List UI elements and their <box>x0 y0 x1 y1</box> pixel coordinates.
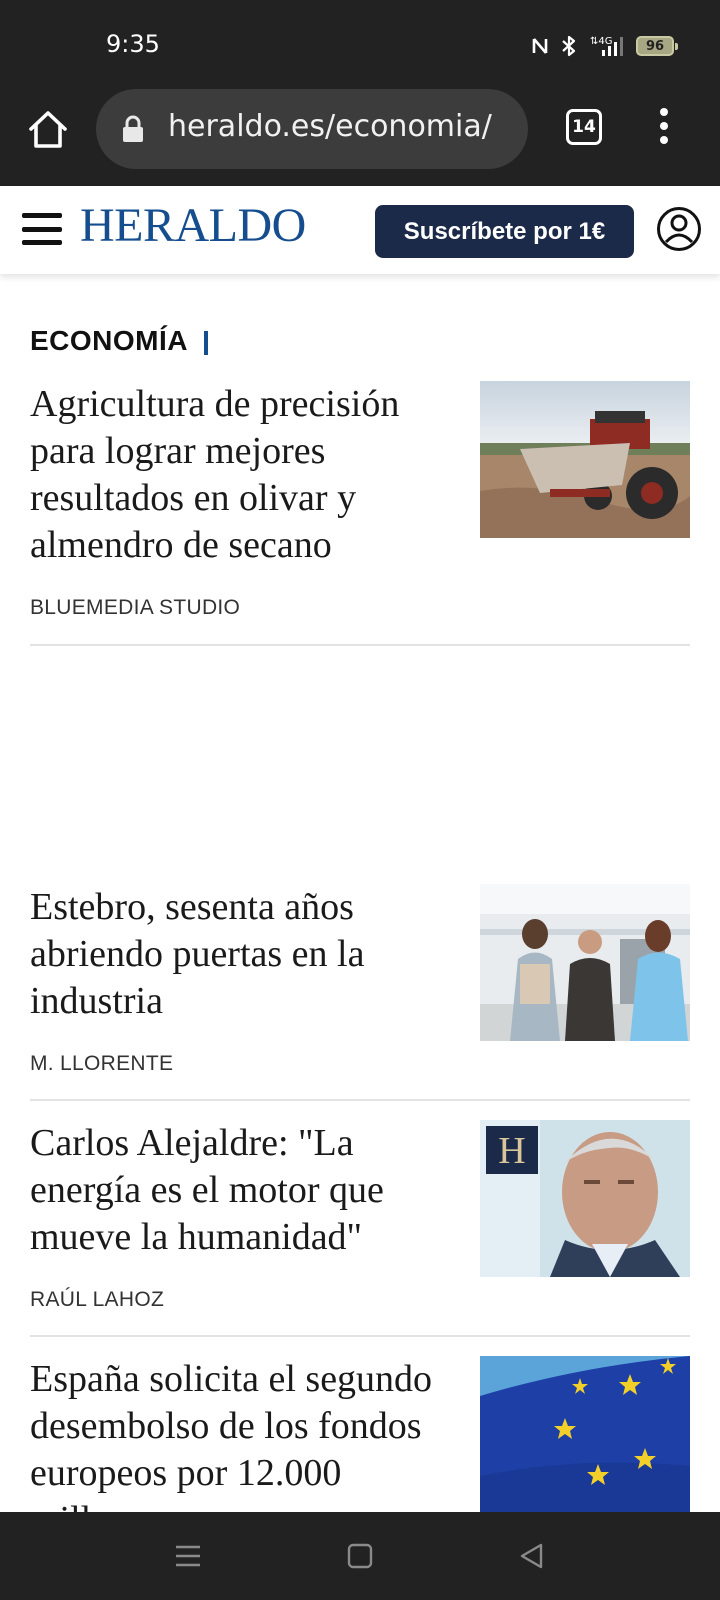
article-thumbnail[interactable] <box>480 884 690 1041</box>
user-account-icon[interactable] <box>656 206 702 252</box>
article-card[interactable]: Agricultura de precisión para lograr mej… <box>30 381 690 646</box>
signal-4g-icon: ⇅4G <box>590 36 623 56</box>
back-icon[interactable] <box>514 1538 550 1574</box>
lock-icon <box>123 115 143 142</box>
nfc-icon <box>532 38 548 54</box>
article-headline[interactable]: España solicita el segundo desembolso de… <box>30 1356 455 1512</box>
bluetooth-icon <box>562 35 576 57</box>
article-thumbnail[interactable] <box>480 1356 690 1512</box>
recent-apps-icon[interactable] <box>170 1538 206 1574</box>
article-card[interactable]: Estebro, sesenta años abriendo puertas e… <box>30 884 690 1101</box>
status-icons: ⇅4G 96 <box>530 30 678 62</box>
article-headline[interactable]: Carlos Alejaldre: "La energía es el moto… <box>30 1120 455 1261</box>
article-thumbnail[interactable] <box>480 381 690 538</box>
section-accent-bar <box>204 331 208 355</box>
url-text[interactable]: heraldo.es/economia/ <box>168 109 492 144</box>
article-byline: RAÚL LAHOZ <box>30 1288 165 1311</box>
tab-switcher-button[interactable]: 14 <box>566 109 602 145</box>
battery-level: 96 <box>645 38 665 54</box>
browser-toolbar: heraldo.es/economia/ 14 <box>0 88 720 186</box>
battery-icon: 96 <box>636 36 678 56</box>
system-nav-bar <box>0 1512 720 1600</box>
article-headline[interactable]: Estebro, sesenta años abriendo puertas e… <box>30 884 455 1025</box>
svg-text:⇅4G: ⇅4G <box>590 36 613 47</box>
heraldo-premium-badge: H <box>498 1130 525 1172</box>
status-bar: 9:35 ⇅4G 96 <box>0 0 720 88</box>
article-card[interactable]: Carlos Alejaldre: "La energía es el moto… <box>30 1120 690 1337</box>
menu-icon[interactable] <box>22 213 62 245</box>
article-card[interactable]: España solicita el segundo desembolso de… <box>30 1356 690 1512</box>
article-headline[interactable]: Agricultura de precisión para lograr mej… <box>30 381 455 569</box>
divider <box>30 1099 690 1101</box>
section-title[interactable]: ECONOMÍA <box>30 325 188 357</box>
more-options-icon[interactable] <box>650 104 678 148</box>
home-icon[interactable] <box>26 108 70 152</box>
tab-count: 14 <box>572 117 596 137</box>
article-thumbnail[interactable]: H <box>480 1120 690 1277</box>
site-logo[interactable]: HERALDO <box>80 198 306 253</box>
status-time: 9:35 <box>106 30 160 58</box>
article-byline: M. LLORENTE <box>30 1052 174 1075</box>
article-byline: BLUEMEDIA STUDIO <box>30 596 241 619</box>
home-nav-icon[interactable] <box>342 1538 378 1574</box>
divider <box>30 1335 690 1337</box>
address-bar[interactable]: heraldo.es/economia/ <box>96 89 528 169</box>
subscribe-button[interactable]: Suscríbete por 1€ <box>375 205 634 258</box>
site-header: HERALDO Suscríbete por 1€ <box>0 186 720 274</box>
divider <box>30 644 690 646</box>
